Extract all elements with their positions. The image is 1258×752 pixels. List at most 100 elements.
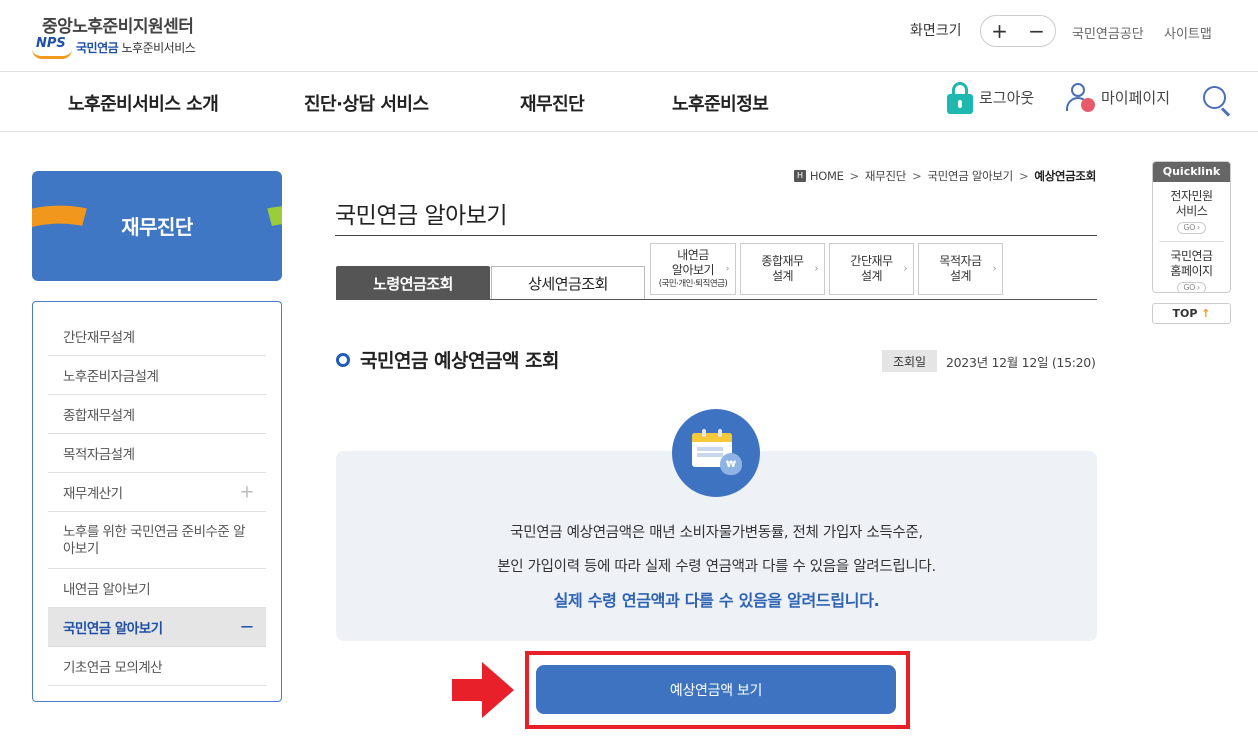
sidebar-item-simple-planning[interactable]: 간단재무설계 (48, 317, 266, 356)
breadcrumb-item[interactable]: 재무진단 (865, 168, 906, 184)
tab-old-age-pension[interactable]: 노령연금조회 (336, 266, 490, 300)
quicklink-line2: 서비스 (1175, 204, 1208, 218)
quicklink-title: Quicklink (1153, 162, 1230, 182)
logo-title[interactable]: 중앙노후준비지원센터 (42, 12, 194, 37)
quick-tab-line1: 목적자금 (939, 254, 982, 268)
chevron-right-icon: › (992, 263, 997, 275)
nav-item-financial-diagnosis[interactable]: 재무진단 (520, 90, 585, 116)
logout-button[interactable]: 로그아웃 (947, 80, 1034, 114)
main-nav: 노후준비서비스 소개 진단·상담 서비스 재무진단 노후준비정보 로그아웃 마이… (0, 72, 1258, 132)
info-text-emphasis: 실제 수령 연금액과 다를 수 있음을 알려드립니다. (553, 591, 880, 610)
collapse-icon[interactable]: − (239, 617, 254, 638)
nav-item-diagnosis-consult[interactable]: 진단·상담 서비스 (304, 90, 429, 116)
nav-item-service-intro[interactable]: 노후준비서비스 소개 (68, 90, 219, 116)
quicklink-panel: Quicklink 전자민원 서비스 GO › 국민연금 홈페이지 GO › (1152, 161, 1231, 293)
title-divider (335, 235, 1097, 236)
quicklink-line1: 전자민원 (1170, 189, 1213, 203)
lock-icon (947, 80, 973, 114)
mypage-label: 마이페이지 (1101, 88, 1171, 107)
red-arrow-icon (452, 662, 514, 718)
breadcrumb: H HOME > 재무진단 > 국민연금 알아보기 > 예상연금조회 (793, 168, 1096, 184)
info-text-line1: 국민연금 예상연금액은 매년 소비자물가변동률, 전체 가입자 소득수준, (510, 525, 923, 541)
sitemap-link[interactable]: 사이트맵 (1164, 23, 1212, 42)
sidebar-item-national-pension[interactable]: 국민연금 알아보기 − (48, 608, 266, 647)
info-text-line2: 본인 가입이력 등에 따라 실제 수령 연금액과 다를 수 있음을 알려드립니다… (497, 559, 936, 575)
top-label: TOP (1172, 307, 1198, 320)
go-badge: GO › (1177, 222, 1206, 234)
zoom-out-button[interactable]: − (1025, 21, 1049, 41)
sidebar-item-retirement-fund[interactable]: 노후준비자금설계 (48, 356, 266, 395)
section-bullet-icon (336, 353, 350, 367)
quick-tab-note: (국민·개인·퇴직연금) (658, 279, 728, 289)
sidebar-item-comprehensive-planning[interactable]: 종합재무설계 (48, 395, 266, 434)
sidebar-item-basic-pension[interactable]: 기초연금 모의계산 (48, 647, 266, 686)
quick-tab-line2: 설계 (860, 269, 883, 283)
nps-corporation-link[interactable]: 국민연금공단 (1072, 23, 1144, 42)
breadcrumb-current: 예상연금조회 (1034, 169, 1096, 183)
quick-tab-line2: 알아보기 (671, 263, 715, 277)
logo-sub[interactable]: NPS 국민연금 노후준비서비스 (32, 36, 196, 59)
expand-icon[interactable]: + (239, 482, 254, 503)
sidebar-item-my-pension[interactable]: 내연금 알아보기 (48, 569, 266, 608)
nps-swoosh (32, 49, 72, 59)
sidebar-menu: 간단재무설계 노후준비자금설계 종합재무설계 목적자금설계 재무계산기 + 노후를… (32, 301, 282, 702)
date-label-badge: 조회일 (882, 350, 937, 372)
breadcrumb-separator: > (912, 169, 922, 183)
sidebar-item-label: 간단재무설계 (63, 330, 135, 346)
money-bag-icon: ₩ (720, 453, 742, 475)
query-date: 2023년 12월 12일 (15:20) (946, 355, 1096, 370)
sidebar-item-label: 국민연금 알아보기 (63, 621, 163, 637)
sidebar-banner-title: 재무진단 (121, 215, 193, 239)
home-icon[interactable]: H (793, 170, 806, 182)
calendar-badge: ₩ (672, 409, 760, 497)
quick-tab-line2: 설계 (771, 269, 794, 283)
breadcrumb-separator: > (849, 169, 860, 183)
chevron-right-icon: › (903, 263, 908, 275)
sidebar-item-label: 재무계산기 (63, 486, 123, 502)
quick-tab-line1: 종합재무 (761, 254, 804, 268)
quicklink-line1: 국민연금 (1170, 249, 1213, 263)
chevron-right-icon: › (725, 263, 730, 275)
sidebar-item-pension-readiness[interactable]: 노후를 위한 국민연금 준비수준 알아보기 (48, 512, 266, 569)
quicklink-nps-homepage[interactable]: 국민연금 홈페이지 GO › (1153, 242, 1230, 292)
quicklink-line2: 홈페이지 (1170, 264, 1213, 278)
section-title: 국민연금 예상연금액 조회 (360, 350, 560, 372)
sidebar-item-label: 목적자금설계 (63, 447, 135, 463)
breadcrumb-home[interactable]: HOME (810, 169, 844, 183)
quick-tab-simple[interactable]: 간단재무 설계 › (829, 243, 914, 295)
zoom-in-button[interactable]: + (988, 21, 1012, 41)
sidebar-item-label: 내연금 알아보기 (63, 582, 151, 598)
sidebar-item-purpose-fund[interactable]: 목적자금설계 (48, 434, 266, 473)
quick-tab-line1: 간단재무 (850, 254, 893, 268)
sidebar-item-calculator[interactable]: 재무계산기 + (48, 473, 266, 512)
sidebar-item-label: 기초연금 모의계산 (63, 660, 163, 676)
arrow-up-icon: ↑ (1201, 307, 1211, 320)
view-expected-pension-button[interactable]: 예상연금액 보기 (536, 665, 896, 714)
go-badge: GO › (1177, 282, 1206, 292)
user-icon (1065, 80, 1095, 114)
search-icon[interactable] (1203, 86, 1231, 117)
quick-tab-purpose[interactable]: 목적자금 설계 › (918, 243, 1003, 295)
quick-tab-line2: 설계 (949, 269, 972, 283)
quick-tab-line1: 내연금 (677, 248, 709, 262)
top-button[interactable]: TOP ↑ (1152, 303, 1231, 324)
mypage-button[interactable]: 마이페이지 (1065, 80, 1170, 114)
logo-sub-service: 노후준비서비스 (121, 40, 196, 55)
quicklink-e-civil[interactable]: 전자민원 서비스 GO › (1153, 182, 1230, 234)
zoom-label: 화면크기 (910, 23, 962, 39)
sidebar-item-label: 노후준비자금설계 (63, 369, 159, 385)
breadcrumb-separator: > (1018, 169, 1029, 183)
quick-tab-my-pension[interactable]: 내연금 알아보기 (국민·개인·퇴직연금) › (650, 243, 736, 295)
logo-sub-brand: 국민연금 (76, 40, 119, 55)
sidebar-item-label: 노후를 위한 국민연금 준비수준 알아보기 (63, 524, 246, 557)
chevron-right-icon: › (814, 263, 819, 275)
logout-label: 로그아웃 (979, 88, 1035, 107)
nps-logo-icon: NPS (32, 36, 74, 59)
nav-item-retirement-info[interactable]: 노후준비정보 (672, 90, 769, 116)
sidebar-item-label: 종합재무설계 (63, 408, 135, 424)
tab-detailed-pension[interactable]: 상세연금조회 (491, 266, 645, 300)
zoom-control: + − (980, 15, 1056, 47)
breadcrumb-item[interactable]: 국민연금 알아보기 (927, 168, 1013, 184)
quick-tab-comprehensive[interactable]: 종합재무 설계 › (740, 243, 825, 295)
top-bar: 중앙노후준비지원센터 NPS 국민연금 노후준비서비스 화면크기 + − 국민연… (0, 0, 1258, 72)
